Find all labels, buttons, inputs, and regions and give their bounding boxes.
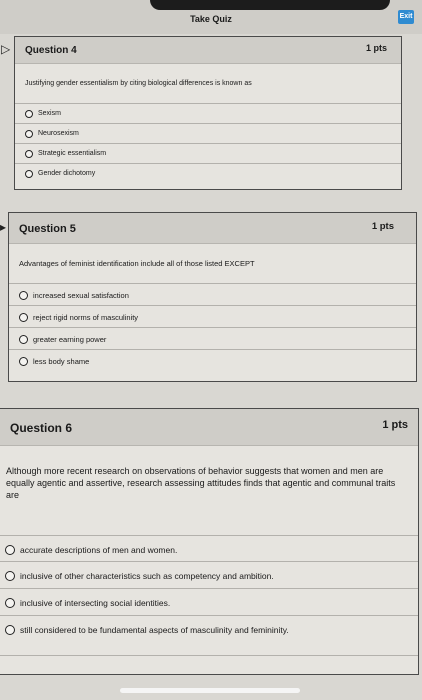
question-points: 1 pts	[382, 419, 408, 431]
radio-button[interactable]	[25, 110, 33, 118]
option-label: still considered to be fundamental aspec…	[20, 625, 289, 635]
exit-button[interactable]: Exit	[398, 10, 414, 24]
option-label: less body shame	[33, 357, 90, 366]
option-label: inclusive of intersecting social identit…	[20, 598, 171, 608]
radio-button[interactable]	[5, 598, 15, 608]
radio-button[interactable]	[5, 545, 15, 555]
question-points: 1 pts	[371, 221, 394, 232]
question-card-6: Question 6 1 pts Although more recent re…	[0, 408, 419, 675]
answer-option[interactable]: inclusive of intersecting social identit…	[0, 588, 418, 616]
answer-option[interactable]: inclusive of other characteristics such …	[0, 561, 418, 589]
option-label: Sexism	[38, 110, 61, 117]
answer-option[interactable]: still considered to be fundamental aspec…	[0, 615, 418, 643]
option-label: Strategic essentialism	[38, 150, 107, 157]
answer-option[interactable]: greater earning power	[9, 327, 416, 350]
radio-button[interactable]	[5, 625, 15, 635]
option-label: accurate descriptions of men and women.	[20, 545, 178, 555]
answer-option[interactable]: less body shame	[9, 349, 416, 372]
radio-button[interactable]	[5, 571, 15, 581]
option-label: increased sexual satisfaction	[33, 291, 129, 300]
radio-button[interactable]	[25, 130, 33, 138]
question-text: Although more recent research on observa…	[6, 466, 396, 501]
question-card-5: Question 5 1 pts Advantages of feminist …	[8, 212, 417, 382]
radio-button[interactable]	[19, 357, 28, 366]
question-title: Question 5	[19, 223, 76, 235]
collapse-arrow-icon: ▷	[1, 42, 11, 56]
home-indicator	[120, 688, 300, 693]
option-label: Neurosexism	[38, 130, 79, 137]
answer-option[interactable]: Sexism	[15, 103, 401, 124]
divider	[0, 655, 418, 656]
top-bar: Take Quiz Exit	[0, 0, 422, 34]
answer-option[interactable]: accurate descriptions of men and women.	[0, 535, 418, 562]
question-card-4: Question 4 1 pts Justifying gender essen…	[14, 36, 402, 190]
question-title: Question 4	[25, 45, 77, 56]
option-label: greater earning power	[33, 335, 107, 344]
answer-option[interactable]: Neurosexism	[15, 123, 401, 144]
answer-option[interactable]: Gender dichotomy	[15, 163, 401, 184]
radio-button[interactable]	[19, 291, 28, 300]
option-label: reject rigid norms of masculinity	[33, 313, 139, 322]
question-points: 1 pts	[365, 43, 387, 53]
radio-button[interactable]	[19, 313, 28, 322]
question-title: Question 6	[10, 421, 73, 435]
option-label: inclusive of other characteristics such …	[20, 571, 274, 581]
question-header: Question 6 1 pts	[0, 409, 418, 446]
question-text: Advantages of feminist identification in…	[19, 259, 255, 268]
answer-option[interactable]: increased sexual satisfaction	[9, 283, 416, 306]
answer-option[interactable]: Strategic essentialism	[15, 143, 401, 164]
radio-button[interactable]	[25, 170, 33, 178]
answer-option[interactable]: reject rigid norms of masculinity	[9, 305, 416, 328]
collapse-arrow-icon: ▸	[0, 220, 7, 234]
question-header: Question 5 1 pts	[9, 213, 416, 244]
question-text: Justifying gender essentialism by citing…	[25, 80, 252, 87]
radio-button[interactable]	[19, 335, 28, 344]
question-header: Question 4 1 pts	[15, 37, 401, 64]
page-title: Take Quiz	[190, 14, 232, 24]
option-label: Gender dichotomy	[38, 170, 96, 177]
radio-button[interactable]	[25, 150, 33, 158]
device-notch	[150, 0, 390, 10]
